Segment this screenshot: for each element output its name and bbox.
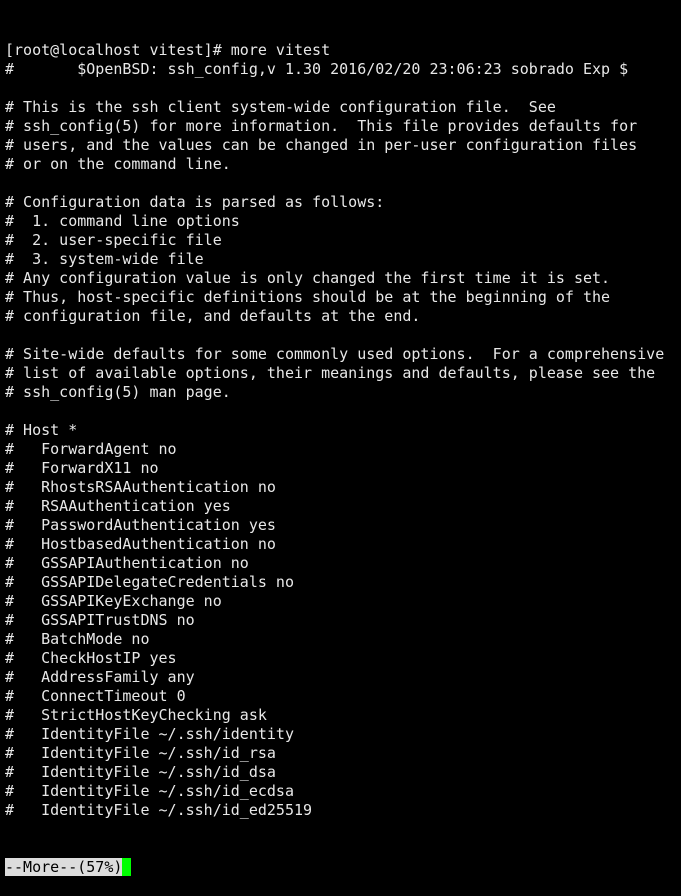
terminal-line: # configuration file, and defaults at th… — [5, 307, 421, 325]
terminal-line: [root@localhost vitest]# more vitest — [5, 41, 331, 59]
terminal-line: # 1. command line options — [5, 212, 240, 230]
terminal-line: # IdentityFile ~/.ssh/id_ed25519 — [5, 801, 313, 819]
terminal-line: # Configuration data is parsed as follow… — [5, 193, 385, 211]
terminal-line: # list of available options, their meani… — [5, 364, 656, 382]
terminal-line: # IdentityFile ~/.ssh/id_rsa — [5, 744, 276, 762]
terminal-line: # HostbasedAuthentication no — [5, 535, 276, 553]
terminal-line: # BatchMode no — [5, 630, 150, 648]
terminal-line: # Site-wide defaults for some commonly u… — [5, 345, 665, 363]
terminal-line: # This is the ssh client system-wide con… — [5, 98, 556, 116]
terminal-line: # $OpenBSD: ssh_config,v 1.30 2016/02/20… — [5, 60, 629, 78]
terminal-line: # ForwardX11 no — [5, 459, 159, 477]
pager-prompt-line: --More--(57%) — [5, 858, 664, 877]
terminal-line: # GSSAPIKeyExchange no — [5, 592, 222, 610]
terminal-line: # 3. system-wide file — [5, 250, 204, 268]
terminal-line: # GSSAPIAuthentication no — [5, 554, 249, 572]
terminal-line: # IdentityFile ~/.ssh/identity — [5, 725, 294, 743]
terminal-line: # IdentityFile ~/.ssh/id_dsa — [5, 763, 276, 781]
terminal-line: # ssh_config(5) man page. — [5, 383, 231, 401]
terminal-line: # users, and the values can be changed i… — [5, 136, 638, 154]
terminal-output[interactable]: [root@localhost vitest]# more vitest # $O… — [5, 3, 664, 896]
terminal-line: # PasswordAuthentication yes — [5, 516, 276, 534]
terminal-line: # Any configuration value is only change… — [5, 269, 611, 287]
terminal-line: # GSSAPIDelegateCredentials no — [5, 573, 294, 591]
more-prompt: --More--(57%) — [5, 858, 123, 876]
terminal-line: # or on the command line. — [5, 155, 231, 173]
terminal-line: # Host * — [5, 421, 78, 439]
terminal-line: # ConnectTimeout 0 — [5, 687, 186, 705]
terminal-lines: [root@localhost vitest]# more vitest # $O… — [5, 41, 664, 820]
cursor — [122, 858, 132, 876]
terminal-line: # RSAAuthentication yes — [5, 497, 231, 515]
terminal-line: # Thus, host-specific definitions should… — [5, 288, 611, 306]
terminal-line: # GSSAPITrustDNS no — [5, 611, 195, 629]
terminal-line: # ssh_config(5) for more information. Th… — [5, 117, 638, 135]
terminal-line: # StrictHostKeyChecking ask — [5, 706, 267, 724]
terminal-line: # CheckHostIP yes — [5, 649, 177, 667]
terminal-line: # RhostsRSAAuthentication no — [5, 478, 276, 496]
terminal-line: # IdentityFile ~/.ssh/id_ecdsa — [5, 782, 294, 800]
terminal-line: # 2. user-specific file — [5, 231, 222, 249]
terminal-line: # AddressFamily any — [5, 668, 195, 686]
terminal-line: # ForwardAgent no — [5, 440, 177, 458]
